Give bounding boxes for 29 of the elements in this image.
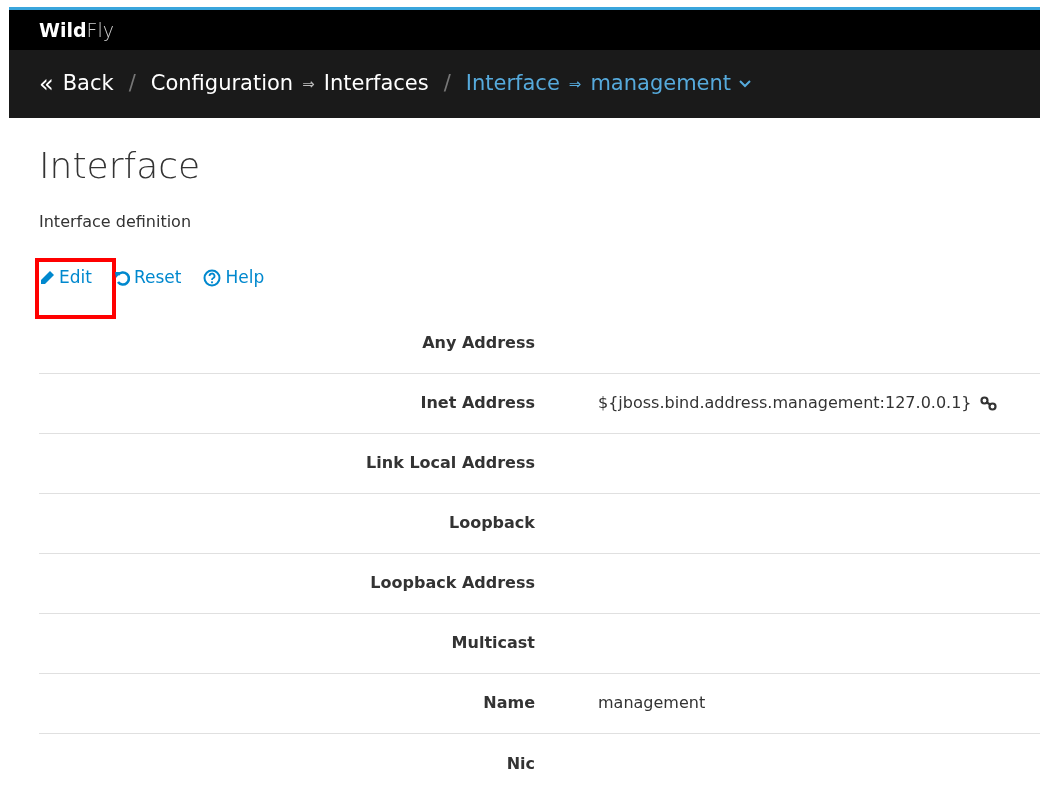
field-value: ${jboss.bind.address.management:127.0.0.1}	[598, 392, 972, 414]
field-label: Loopback Address	[370, 573, 535, 592]
pencil-icon	[39, 269, 55, 286]
field-label: Link Local Address	[366, 453, 535, 472]
undo-icon	[113, 269, 130, 286]
action-link[interactable]: Edit	[35, 258, 116, 319]
field-label: Name	[483, 693, 535, 712]
chevron-down-icon[interactable]	[739, 80, 752, 88]
breadcrumb-separator: /	[128, 70, 136, 98]
field-label: Nic	[506, 753, 535, 773]
breadcrumb-dropdown[interactable]: management	[590, 68, 752, 100]
breadcrumb-current: Interface	[465, 70, 560, 98]
back-chevron-icon: «	[39, 72, 54, 96]
breadcrumb-link[interactable]: Configuration	[150, 68, 294, 100]
field-label: Any Address	[422, 333, 535, 352]
arrow-icon: ⇒	[302, 72, 315, 96]
arrow-icon: ⇒	[568, 72, 582, 96]
link-icon[interactable]	[979, 395, 997, 411]
breadcrumb-separator: /	[443, 70, 451, 98]
field-label: Inet Address	[420, 393, 535, 412]
page-description: Interface definition	[39, 211, 193, 233]
field-label: Multicast	[451, 633, 535, 652]
breadcrumb-link[interactable]: Interfaces	[323, 68, 429, 100]
help-icon	[203, 268, 222, 287]
field-value: management	[598, 692, 706, 714]
page-title: Interface	[39, 148, 202, 184]
brand-logo: WildFly	[39, 17, 115, 43]
field-label: Loopback	[449, 513, 535, 532]
breadcrumb-link[interactable]: Back	[62, 68, 114, 100]
